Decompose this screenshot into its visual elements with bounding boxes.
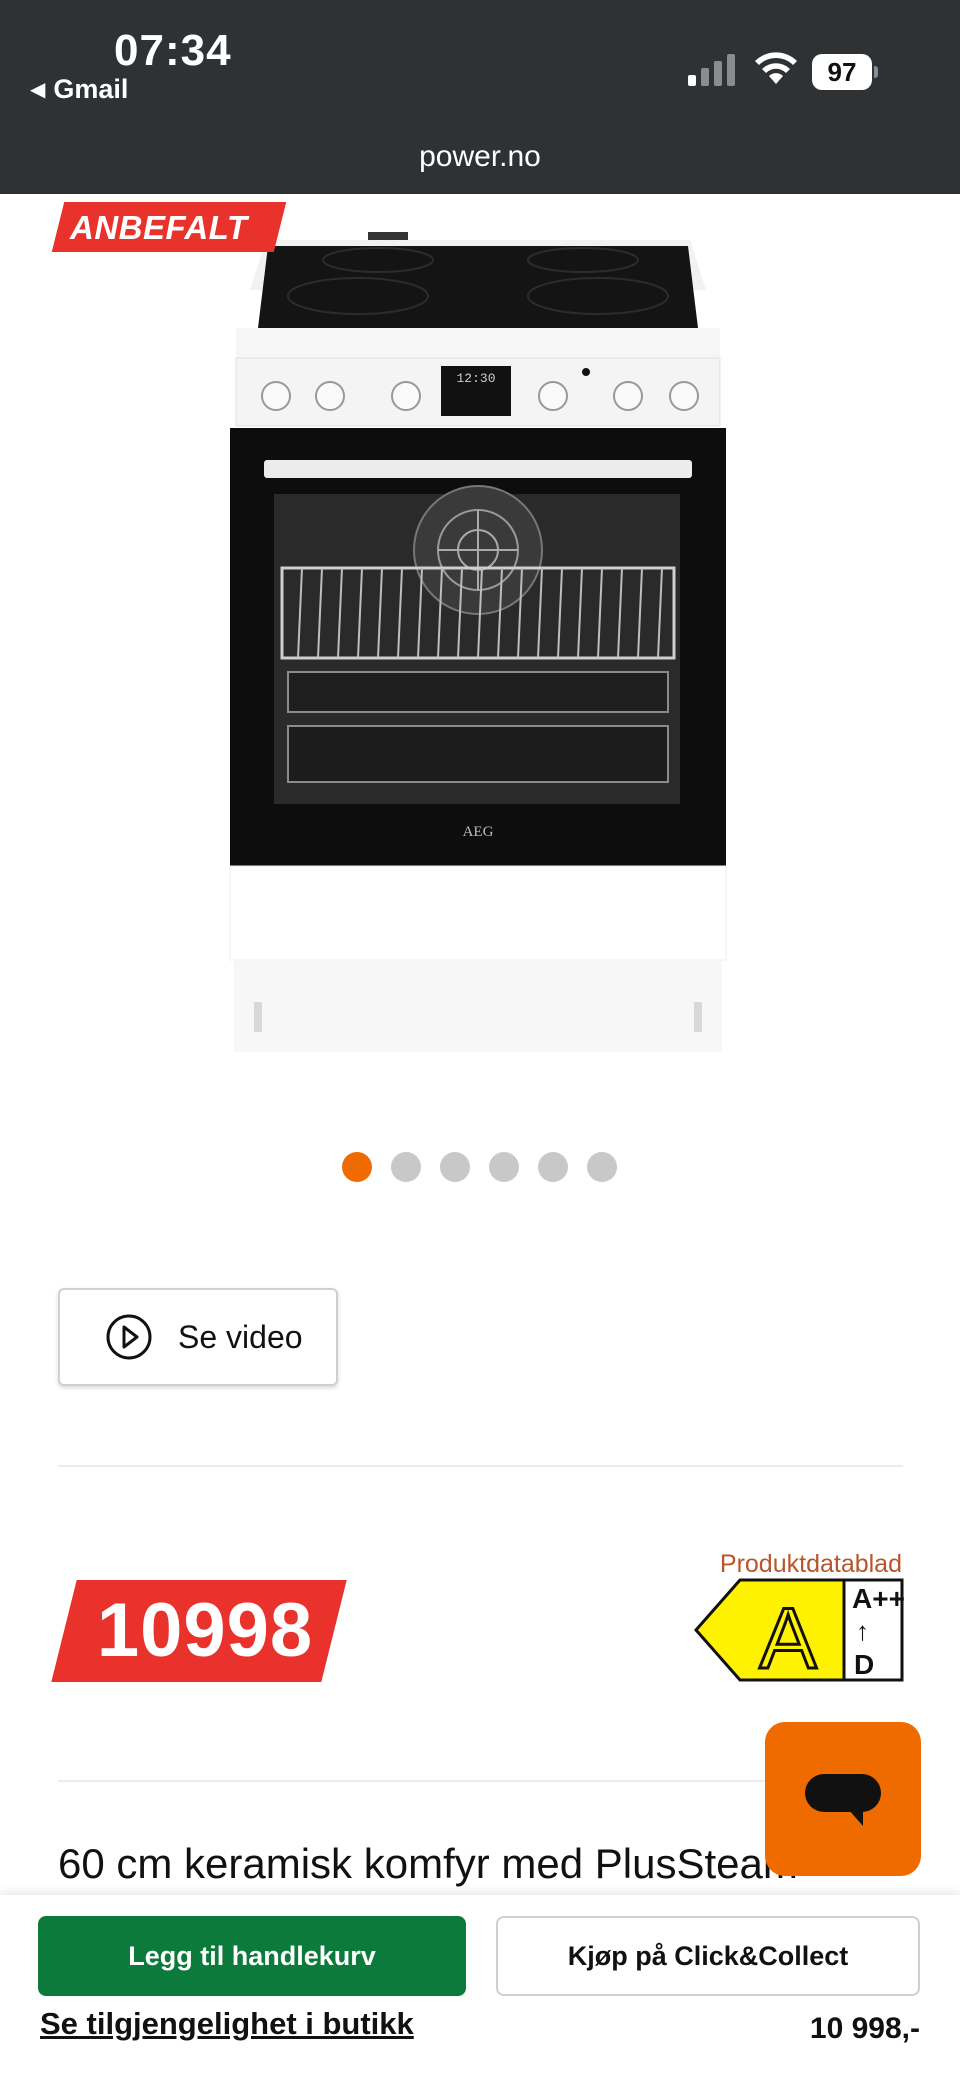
product-image[interactable]: 12:30 AEG xyxy=(228,232,728,1057)
cellular-signal-icon xyxy=(688,52,735,86)
energy-label[interactable]: A A+++ ↑ D xyxy=(694,1578,904,1682)
add-to-cart-button[interactable]: Legg til handlekurv xyxy=(38,1916,466,1996)
energy-arrow: ↑ xyxy=(856,1616,869,1646)
oven-brand-text: AEG xyxy=(463,824,494,840)
gallery-dot-3[interactable] xyxy=(440,1152,470,1182)
chat-button[interactable] xyxy=(765,1722,921,1876)
gallery-dot-2[interactable] xyxy=(391,1152,421,1182)
chat-bubble-icon xyxy=(805,1774,881,1826)
back-app-label: Gmail xyxy=(53,74,129,104)
energy-scale-bottom: D xyxy=(854,1649,874,1680)
back-to-app-link[interactable]: ◀ Gmail xyxy=(30,74,128,105)
status-bar: 07:34 ◀ Gmail 97 power.no xyxy=(0,0,960,194)
divider xyxy=(58,1465,903,1467)
gallery-dot-5[interactable] xyxy=(538,1152,568,1182)
bottom-price: 10 998,- xyxy=(809,2012,920,2045)
energy-scale-top: A+++ xyxy=(852,1583,904,1614)
store-availability-link[interactable]: Se tilgjengelighet i butikk xyxy=(40,2006,414,2042)
click-and-collect-button[interactable]: Kjøp på Click&Collect xyxy=(496,1916,920,1996)
recommended-badge: ANBEFALT xyxy=(70,209,248,246)
gallery-dot-1[interactable] xyxy=(342,1152,372,1182)
gallery-dot-6[interactable] xyxy=(587,1152,617,1182)
see-video-button[interactable]: Se video xyxy=(58,1288,338,1386)
wifi-icon xyxy=(755,52,797,84)
address-bar[interactable]: power.no xyxy=(0,140,960,174)
oven-display-text: 12:30 xyxy=(456,371,495,386)
gallery-pagination xyxy=(342,1152,617,1182)
gallery-dot-4[interactable] xyxy=(489,1152,519,1182)
price: 10998 xyxy=(96,1588,314,1673)
battery-icon: 97 xyxy=(812,54,878,90)
battery-level: 97 xyxy=(812,54,872,90)
clock: 07:34 xyxy=(114,26,232,75)
product-datasheet-link[interactable]: Produktdatablad xyxy=(690,1550,902,1579)
energy-class: A xyxy=(759,1591,817,1682)
see-video-label: Se video xyxy=(178,1318,303,1355)
play-icon xyxy=(106,1314,152,1360)
back-arrow-icon: ◀ xyxy=(30,79,46,101)
